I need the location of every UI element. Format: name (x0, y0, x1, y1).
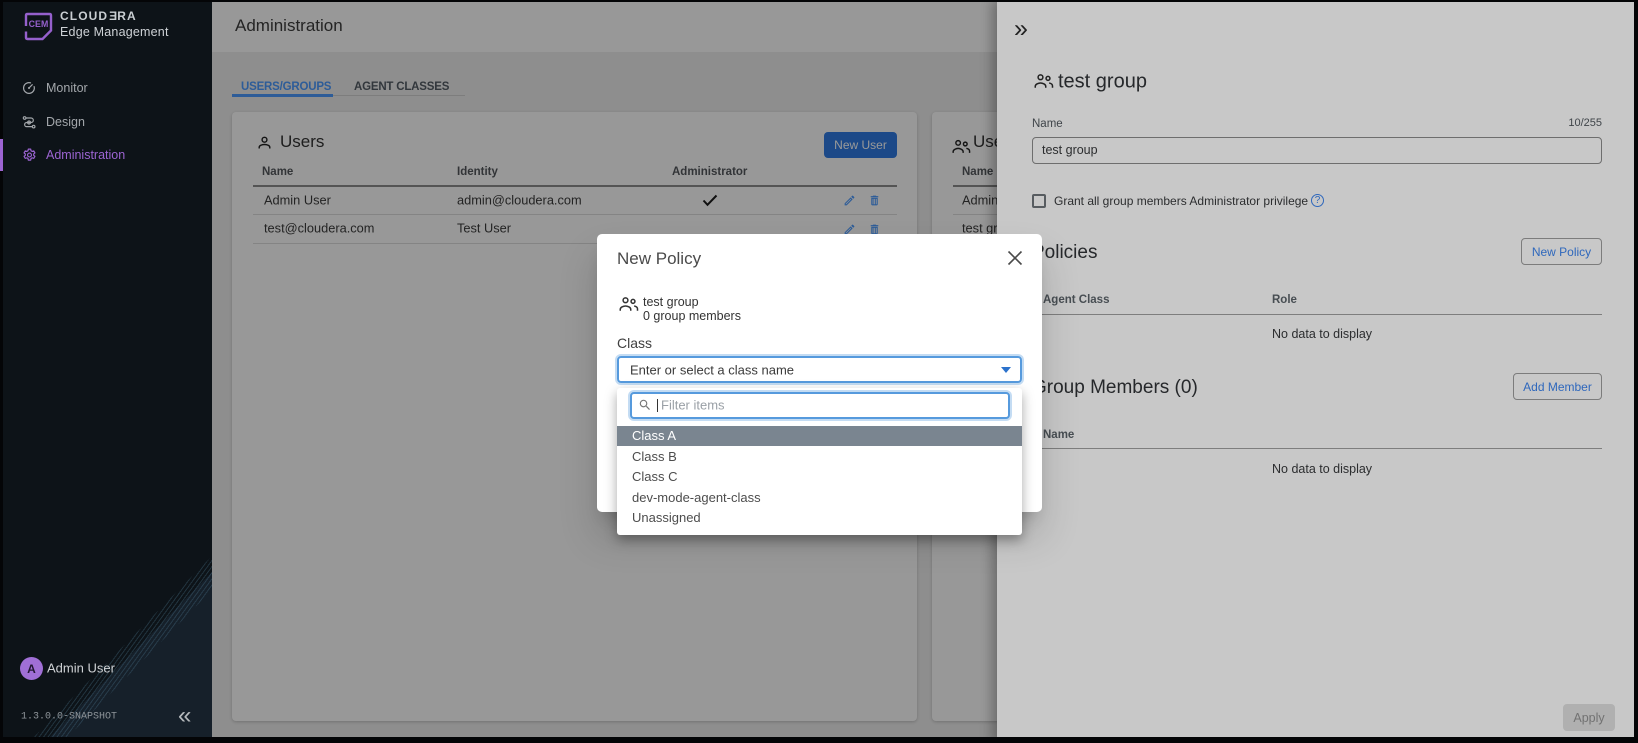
svg-text:CEM: CEM (29, 19, 49, 29)
